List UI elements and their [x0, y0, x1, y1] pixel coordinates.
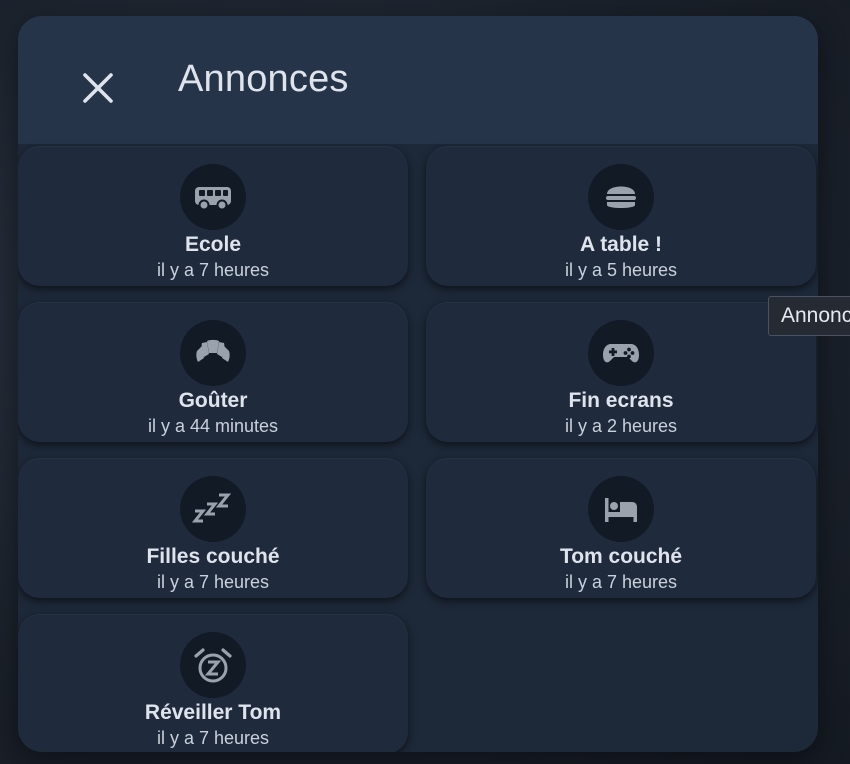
announcement-card-filles-couche[interactable]: Filles couché il y a 7 heures: [18, 458, 408, 598]
announcement-time: il y a 7 heures: [156, 572, 270, 592]
dialog-header: Annonces: [18, 16, 818, 144]
croissant-icon: [196, 339, 230, 362]
announcement-card-reveiller-tom[interactable]: Réveiller Tom il y a 7 heures: [18, 614, 408, 752]
announcement-time: il y a 5 heures: [564, 260, 678, 280]
announcement-card-tom-couche[interactable]: Tom couché il y a 7 heures: [426, 458, 816, 598]
bus-icon: [195, 187, 231, 211]
announcement-time: il y a 2 heures: [564, 416, 678, 436]
announcement-name: A table !: [579, 233, 663, 256]
announcement-name: Réveiller Tom: [144, 701, 282, 724]
announcement-card-ecole[interactable]: Ecole il y a 7 heures: [18, 146, 408, 286]
announcement-time: il y a 7 heures: [156, 260, 270, 280]
close-button[interactable]: [78, 68, 118, 108]
tooltip: Annonc: [768, 296, 850, 336]
announcement-name: Fin ecrans: [568, 389, 674, 412]
announcement-card-a-table[interactable]: A table ! il y a 5 heures: [426, 146, 816, 286]
announcement-time: il y a 44 minutes: [147, 416, 279, 436]
announcements-dialog: Annonces Ecole il y a 7 heures A table !…: [18, 16, 818, 752]
dialog-title: Annonces: [178, 58, 349, 100]
sleep-zzz-icon: [191, 493, 232, 523]
announcement-name: Tom couché: [559, 545, 683, 568]
hamburger-icon: [606, 186, 636, 208]
announcement-time: il y a 7 heures: [564, 572, 678, 592]
announcement-name: Goûter: [178, 389, 248, 412]
bed-icon: [605, 498, 637, 522]
announcement-card-gouter[interactable]: Goûter il y a 44 minutes: [18, 302, 408, 442]
announcement-name: Filles couché: [146, 545, 280, 568]
close-icon: [83, 73, 113, 103]
gamepad-icon: [603, 344, 639, 363]
snooze-alarm-icon: [194, 648, 232, 683]
announcement-name: Ecole: [184, 233, 242, 256]
announcement-card-fin-ecrans[interactable]: Fin ecrans il y a 2 heures: [426, 302, 816, 442]
announcement-time: il y a 7 heures: [156, 728, 270, 748]
